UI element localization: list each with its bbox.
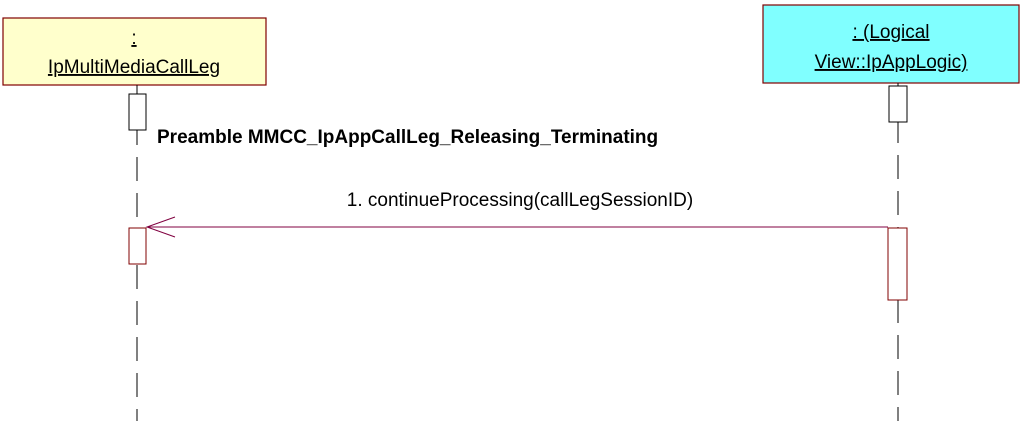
participant-label-line-1: : (Logical (852, 22, 929, 43)
preamble-note: Preamble MMCC_IpAppCallLeg_Releasing_Ter… (157, 127, 658, 148)
participant-ipmultimediacallleg[interactable]: : IpMultiMediaCallLeg (2, 17, 267, 86)
activation-bar (888, 85, 908, 123)
participant-label-line-2: IpMultiMediaCallLeg (48, 57, 220, 78)
participant-label-line-1: : (131, 28, 136, 49)
participant-label-line-2: View::IpAppLogic) (815, 52, 968, 73)
activation-bar (128, 93, 147, 131)
message-1[interactable]: 1. continueProcessing(callLegSessionID) (145, 190, 888, 238)
participant-ipapplogic[interactable]: : (Logical View::IpAppLogic) (762, 4, 1020, 84)
activation-bar (887, 227, 908, 301)
message-label: 1. continueProcessing(callLegSessionID) (347, 190, 693, 211)
sequence-diagram: : IpMultiMediaCallLeg : (Logical View::I… (2, 4, 1020, 421)
activation-bar (128, 227, 147, 265)
